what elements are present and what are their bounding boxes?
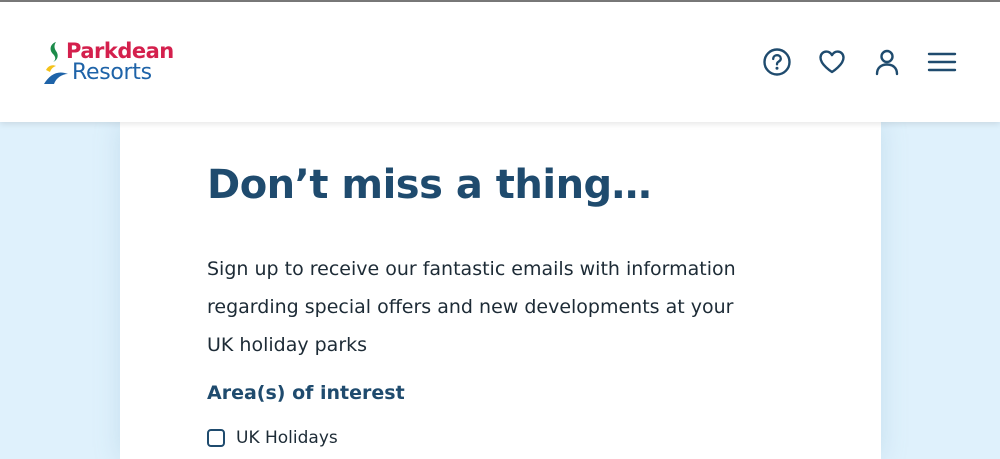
parkdean-resorts-logo[interactable]: Parkdean Resorts [44, 38, 184, 88]
signup-intro: Sign up to receive our fantastic emails … [207, 250, 807, 364]
site-header: Parkdean Resorts [0, 2, 1000, 122]
user-icon[interactable] [871, 46, 903, 78]
intro-line: UK holiday parks [207, 334, 368, 356]
intro-line: Sign up to receive our fantastic emails … [207, 258, 736, 280]
signup-title: Don’t miss a thing… [207, 162, 652, 208]
logo-text-resorts: Resorts [72, 60, 152, 85]
intro-line: regarding special offers and new develop… [207, 296, 734, 318]
heart-icon[interactable] [816, 46, 848, 78]
newsletter-signup-card: Don’t miss a thing… Sign up to receive o… [120, 122, 881, 459]
help-icon[interactable] [761, 46, 793, 78]
uk-holidays-label: UK Holidays [236, 428, 338, 448]
uk-holidays-option[interactable]: UK Holidays [207, 428, 338, 448]
uk-holidays-checkbox[interactable] [207, 429, 225, 447]
menu-icon[interactable] [926, 46, 958, 78]
header-icon-nav [761, 44, 958, 80]
areas-of-interest-label: Area(s) of interest [207, 382, 405, 404]
